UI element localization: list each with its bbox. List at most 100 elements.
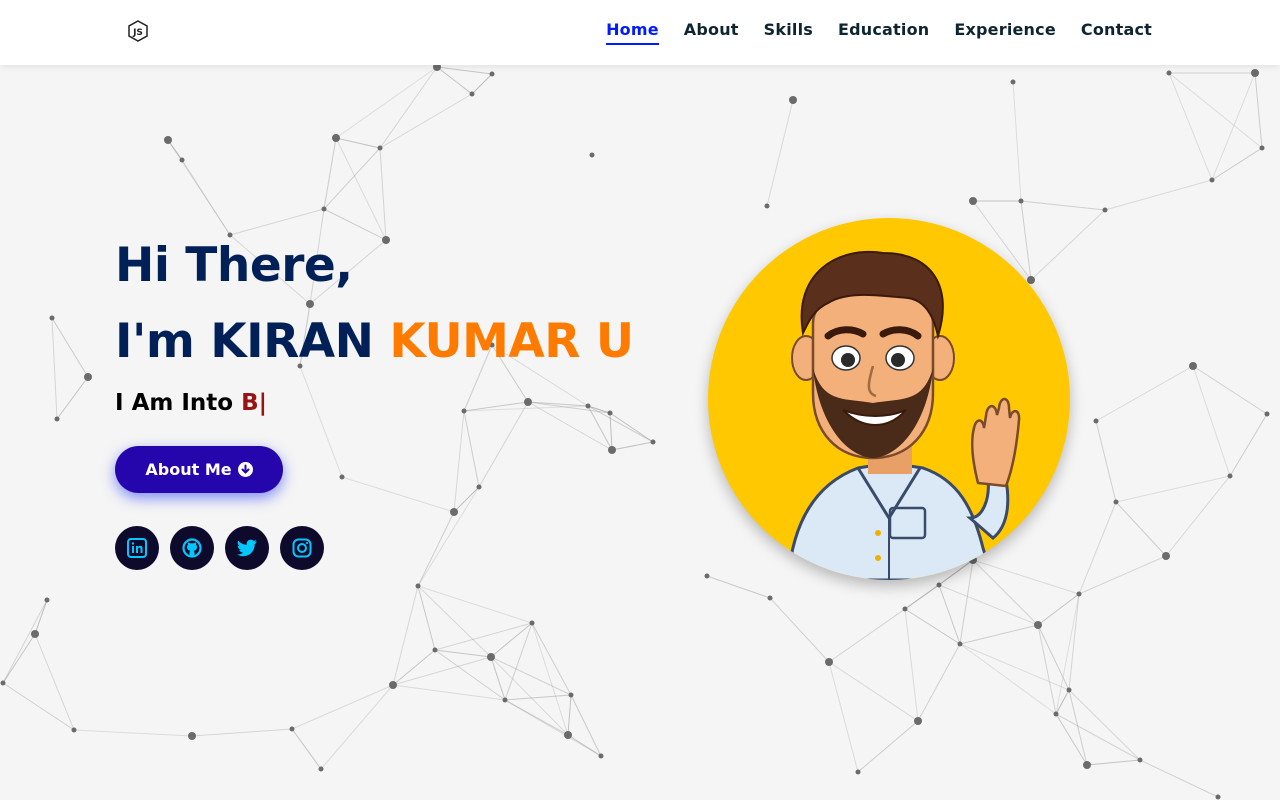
- network-link: [417, 585, 492, 658]
- network-link: [453, 486, 480, 513]
- nav-education[interactable]: Education: [838, 20, 929, 45]
- network-link: [291, 684, 394, 730]
- typing-cursor: |: [258, 390, 268, 416]
- network-link: [1068, 593, 1080, 691]
- network-node: [461, 408, 467, 414]
- nav-home[interactable]: Home: [606, 20, 659, 45]
- nav-about[interactable]: About: [684, 20, 739, 45]
- network-link: [766, 99, 794, 207]
- nav-skills[interactable]: Skills: [764, 20, 813, 45]
- network-node: [164, 136, 172, 144]
- hero-intro-accent: KUMAR U: [389, 314, 634, 369]
- network-node: [339, 474, 345, 480]
- network-node: [764, 203, 770, 209]
- network-node: [49, 315, 55, 321]
- network-node: [529, 620, 535, 626]
- network-link: [490, 656, 572, 696]
- linkedin-link[interactable]: [115, 526, 159, 570]
- network-link: [56, 376, 89, 420]
- js-hexagon-icon[interactable]: JS: [127, 20, 149, 42]
- hero-heading: Hi There, I'm KIRAN KUMAR U: [115, 228, 634, 380]
- network-link: [392, 585, 419, 686]
- twitter-icon: [237, 539, 257, 557]
- network-link: [463, 410, 480, 488]
- network-node: [1209, 177, 1215, 183]
- network-node: [188, 732, 196, 740]
- network-node: [598, 753, 604, 759]
- network-node: [0, 680, 6, 686]
- network-link: [417, 511, 455, 587]
- network-node: [1018, 198, 1024, 204]
- network-link: [904, 608, 919, 722]
- linkedin-icon: [127, 538, 147, 558]
- network-link: [51, 317, 89, 378]
- network-link: [453, 410, 465, 513]
- network-node: [767, 595, 773, 601]
- network-link: [34, 599, 48, 635]
- network-link: [341, 476, 455, 513]
- network-node: [607, 410, 613, 416]
- network-link: [1012, 81, 1022, 202]
- github-link[interactable]: [170, 526, 214, 570]
- network-link: [567, 694, 572, 736]
- svg-text:JS: JS: [132, 28, 143, 38]
- nav-contact[interactable]: Contact: [1081, 20, 1152, 45]
- instagram-link[interactable]: [280, 526, 324, 570]
- network-link: [959, 559, 974, 645]
- network-node: [608, 446, 616, 454]
- network-link: [379, 147, 387, 241]
- network-link: [51, 317, 58, 420]
- network-node: [54, 416, 60, 422]
- network-node: [332, 134, 340, 142]
- network-link: [417, 585, 533, 624]
- network-node: [179, 157, 185, 163]
- network-node: [564, 731, 572, 739]
- network-link: [706, 575, 771, 599]
- hero-greeting: Hi There,: [115, 238, 353, 293]
- hero-intro: I'm KIRAN KUMAR U: [115, 304, 634, 380]
- network-link: [291, 728, 322, 770]
- network-node: [31, 630, 39, 638]
- network-link: [1095, 420, 1117, 503]
- arrow-circle-down-icon: [237, 462, 253, 477]
- about-me-label: About Me: [145, 460, 232, 479]
- network-link: [335, 137, 387, 241]
- network-node: [432, 647, 438, 653]
- network-link: [417, 486, 480, 587]
- network-link: [379, 66, 438, 149]
- network-node: [84, 373, 92, 381]
- network-node: [936, 582, 942, 588]
- network-link: [972, 559, 1080, 595]
- network-link: [959, 624, 1039, 645]
- network-node: [524, 398, 532, 406]
- nav-experience[interactable]: Experience: [954, 20, 1056, 45]
- network-node: [487, 653, 495, 661]
- twitter-link[interactable]: [225, 526, 269, 570]
- network-node: [1053, 711, 1059, 717]
- network-link: [1055, 713, 1141, 761]
- network-link: [959, 643, 1070, 691]
- network-node: [321, 206, 327, 212]
- network-link: [1229, 413, 1268, 477]
- network-link: [1192, 365, 1268, 415]
- network-node: [1162, 552, 1170, 560]
- avatar: [708, 218, 1070, 580]
- network-link: [191, 728, 293, 737]
- network-node: [1215, 794, 1221, 800]
- network-node: [650, 439, 656, 445]
- network-node: [450, 508, 458, 516]
- network-node: [589, 152, 595, 158]
- network-link: [1115, 501, 1167, 557]
- network-link: [2, 633, 36, 684]
- network-node: [415, 583, 421, 589]
- network-link: [379, 93, 473, 149]
- network-node: [1083, 761, 1091, 769]
- network-node: [1010, 79, 1016, 85]
- network-link: [527, 401, 589, 407]
- about-me-button[interactable]: About Me: [115, 446, 283, 493]
- network-node: [1066, 687, 1072, 693]
- network-link: [1139, 759, 1219, 798]
- network-link: [471, 73, 493, 95]
- network-node: [71, 727, 77, 733]
- network-link: [478, 401, 529, 488]
